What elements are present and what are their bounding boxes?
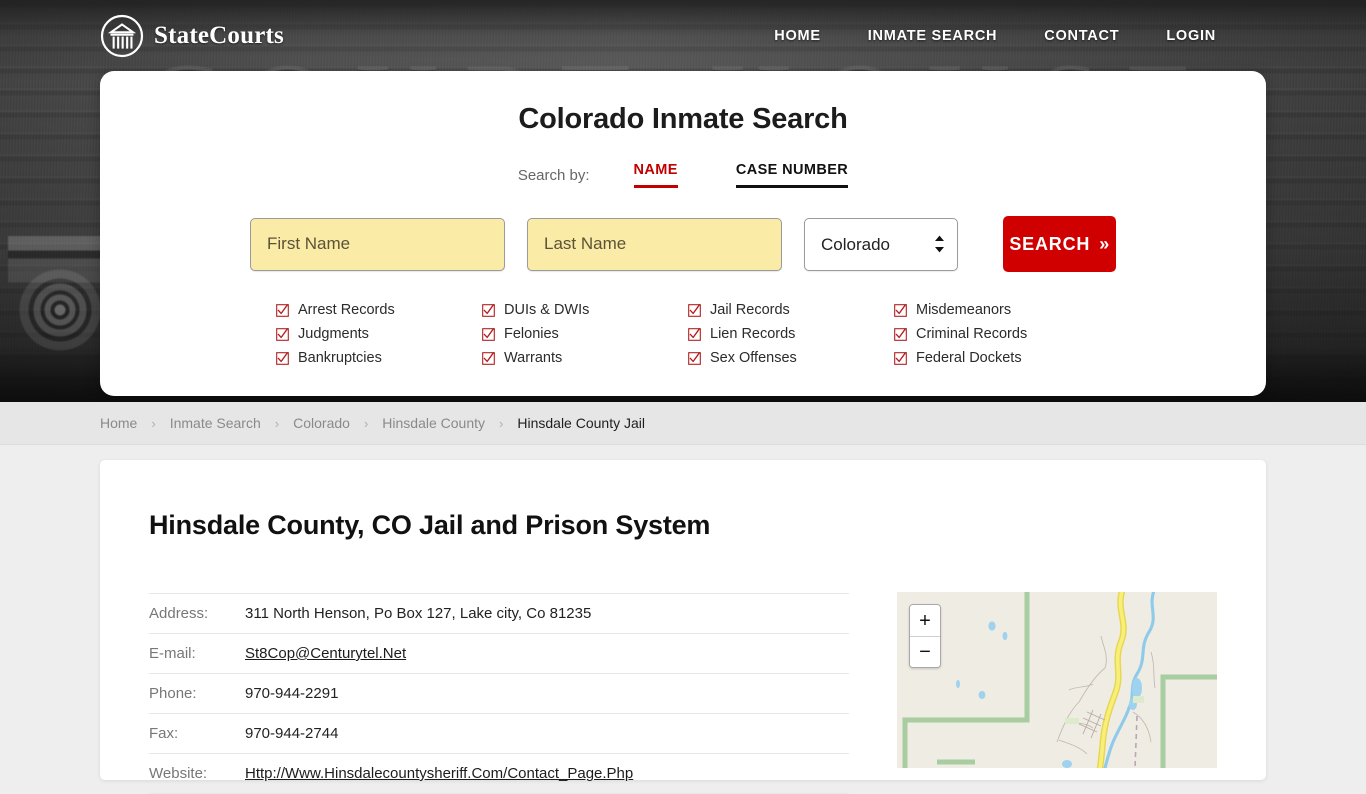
tab-search-by-name[interactable]: NAME (633, 162, 678, 188)
nav-item-contact[interactable]: CONTACT (1044, 28, 1119, 44)
checked-box-icon (688, 327, 701, 341)
search-button-label: SEARCH (1009, 233, 1091, 254)
record-type-label: Federal Dockets (916, 350, 1022, 366)
search-fields-row: Colorado SEARCH » (100, 216, 1266, 272)
search-button[interactable]: SEARCH » (1003, 216, 1116, 272)
record-type-checkbox[interactable]: Warrants (482, 346, 688, 370)
page-title-search: Colorado Inmate Search (518, 103, 848, 135)
info-key: Fax: (149, 725, 179, 742)
checked-box-icon (276, 303, 289, 317)
record-type-label: Warrants (504, 350, 563, 366)
record-type-checkbox[interactable]: Jail Records (688, 298, 894, 322)
tab-search-by-case-number[interactable]: CASE NUMBER (735, 162, 849, 188)
checked-box-icon (894, 327, 907, 341)
nav-item-inmate-search[interactable]: INMATE SEARCH (868, 28, 998, 44)
map-tiles (897, 592, 1217, 768)
breadcrumb-link[interactable]: Hinsdale County (382, 415, 485, 431)
map-zoom-in-button[interactable]: + (910, 605, 940, 636)
info-key: Address: (149, 593, 245, 634)
breadcrumb-separator-icon: › (151, 415, 156, 431)
hero-banner: COURT HOUSE StateCourts HOME INMATE S (0, 0, 1366, 402)
location-map[interactable]: + − (897, 592, 1217, 768)
breadcrumb-separator-icon: › (499, 415, 504, 431)
brand-logo-link[interactable]: StateCourts (100, 14, 284, 58)
record-type-label: DUIs & DWIs (504, 302, 590, 318)
map-zoom-controls: + − (909, 604, 941, 668)
record-type-label: Lien Records (710, 326, 796, 342)
record-type-checkbox[interactable]: Arrest Records (276, 298, 482, 322)
double-chevron-right-icon: » (1099, 233, 1110, 254)
info-value[interactable]: Http://Www.Hinsdalecountysheriff.Com/Con… (245, 754, 849, 794)
record-type-checkbox[interactable]: Misdemeanors (894, 298, 1100, 322)
primary-nav-links: HOME INMATE SEARCH CONTACT LOGIN (774, 28, 1216, 44)
record-type-label: Felonies (504, 326, 559, 342)
inmate-search-card: Colorado Inmate Search Search by: NAME C… (100, 71, 1266, 396)
info-key: E-mail: (149, 645, 196, 662)
record-type-checkbox[interactable]: DUIs & DWIs (482, 298, 688, 322)
breadcrumb: Home › Inmate Search › Colorado › Hinsdale Cou… (0, 402, 1366, 445)
record-type-label: Arrest Records (298, 302, 395, 318)
info-value[interactable]: St8Cop@Centurytel.Net (245, 634, 849, 674)
facility-info-table: Address: 311 North Henson, Po Box 127, La… (149, 593, 849, 794)
checked-box-icon (482, 303, 495, 317)
last-name-input[interactable] (527, 217, 782, 271)
table-row: Fax: 970-944-2744 (149, 714, 849, 754)
info-value-link[interactable]: St8Cop@Centurytel.Net (245, 645, 406, 662)
record-type-label: Bankruptcies (298, 350, 382, 366)
record-type-checkbox[interactable]: Felonies (482, 322, 688, 346)
checked-box-icon (688, 303, 701, 317)
info-key: Phone: (149, 685, 197, 702)
info-value: 970-944-2291 (245, 685, 339, 702)
breadcrumb-link[interactable]: Inmate Search (170, 415, 261, 431)
brand-name-text: StateCourts (154, 22, 284, 49)
checked-box-icon (276, 327, 289, 341)
record-type-checkbox[interactable]: Criminal Records (894, 322, 1100, 346)
info-value: 311 North Henson, Po Box 127, Lake city,… (245, 593, 849, 634)
state-select-wrapper: Colorado (804, 217, 959, 271)
record-type-label: Criminal Records (916, 326, 1028, 342)
record-type-checkbox[interactable]: Sex Offenses (688, 346, 894, 370)
record-type-label: Judgments (298, 326, 369, 342)
record-type-label: Jail Records (710, 302, 790, 318)
record-type-checklist: Arrest Records DUIs & DWIs Jail Records … (100, 298, 1266, 370)
checked-box-icon (482, 327, 495, 341)
checked-box-icon (894, 303, 907, 317)
table-row: Address: 311 North Henson, Po Box 127, La… (149, 593, 849, 634)
breadcrumb-link[interactable]: Home (100, 415, 137, 431)
record-type-checkbox[interactable]: Bankruptcies (276, 346, 482, 370)
first-name-input[interactable] (250, 217, 505, 271)
nav-item-home[interactable]: HOME (774, 28, 821, 44)
state-select[interactable]: Colorado (804, 217, 959, 271)
map-zoom-out-button[interactable]: − (910, 636, 940, 667)
breadcrumb-separator-icon: › (274, 415, 280, 431)
table-row: E-mail: St8Cop@Centurytel.Net (149, 634, 849, 674)
table-row: Phone: 970-944-2291 (149, 674, 849, 714)
breadcrumb-current: Hinsdale County Jail (517, 415, 645, 431)
courthouse-circle-icon (100, 14, 144, 58)
record-type-checkbox[interactable]: Judgments (276, 322, 482, 346)
breadcrumb-separator-icon: › (363, 415, 369, 431)
page-title: Hinsdale County, CO Jail and Prison Syst… (149, 510, 711, 540)
checked-box-icon (894, 351, 907, 365)
breadcrumb-link[interactable]: Colorado (293, 415, 350, 431)
record-type-checkbox[interactable]: Federal Dockets (894, 346, 1100, 370)
search-by-tabs: Search by: NAME CASE NUMBER (100, 162, 1266, 188)
top-navigation-bar: StateCourts HOME INMATE SEARCH CONTACT L… (0, 0, 1366, 72)
record-type-label: Sex Offenses (710, 350, 797, 366)
checked-box-icon (688, 351, 701, 365)
record-type-checkbox[interactable]: Lien Records (688, 322, 894, 346)
info-value: 970-944-2744 (245, 725, 339, 742)
nav-item-login[interactable]: LOGIN (1166, 28, 1216, 44)
checked-box-icon (482, 351, 495, 365)
checked-box-icon (276, 351, 289, 365)
record-type-label: Misdemeanors (916, 302, 1012, 318)
search-by-label: Search by: (517, 166, 590, 184)
table-row: Website: Http://Www.Hinsdalecountysheriff… (149, 754, 849, 794)
info-key: Website: (149, 765, 208, 782)
